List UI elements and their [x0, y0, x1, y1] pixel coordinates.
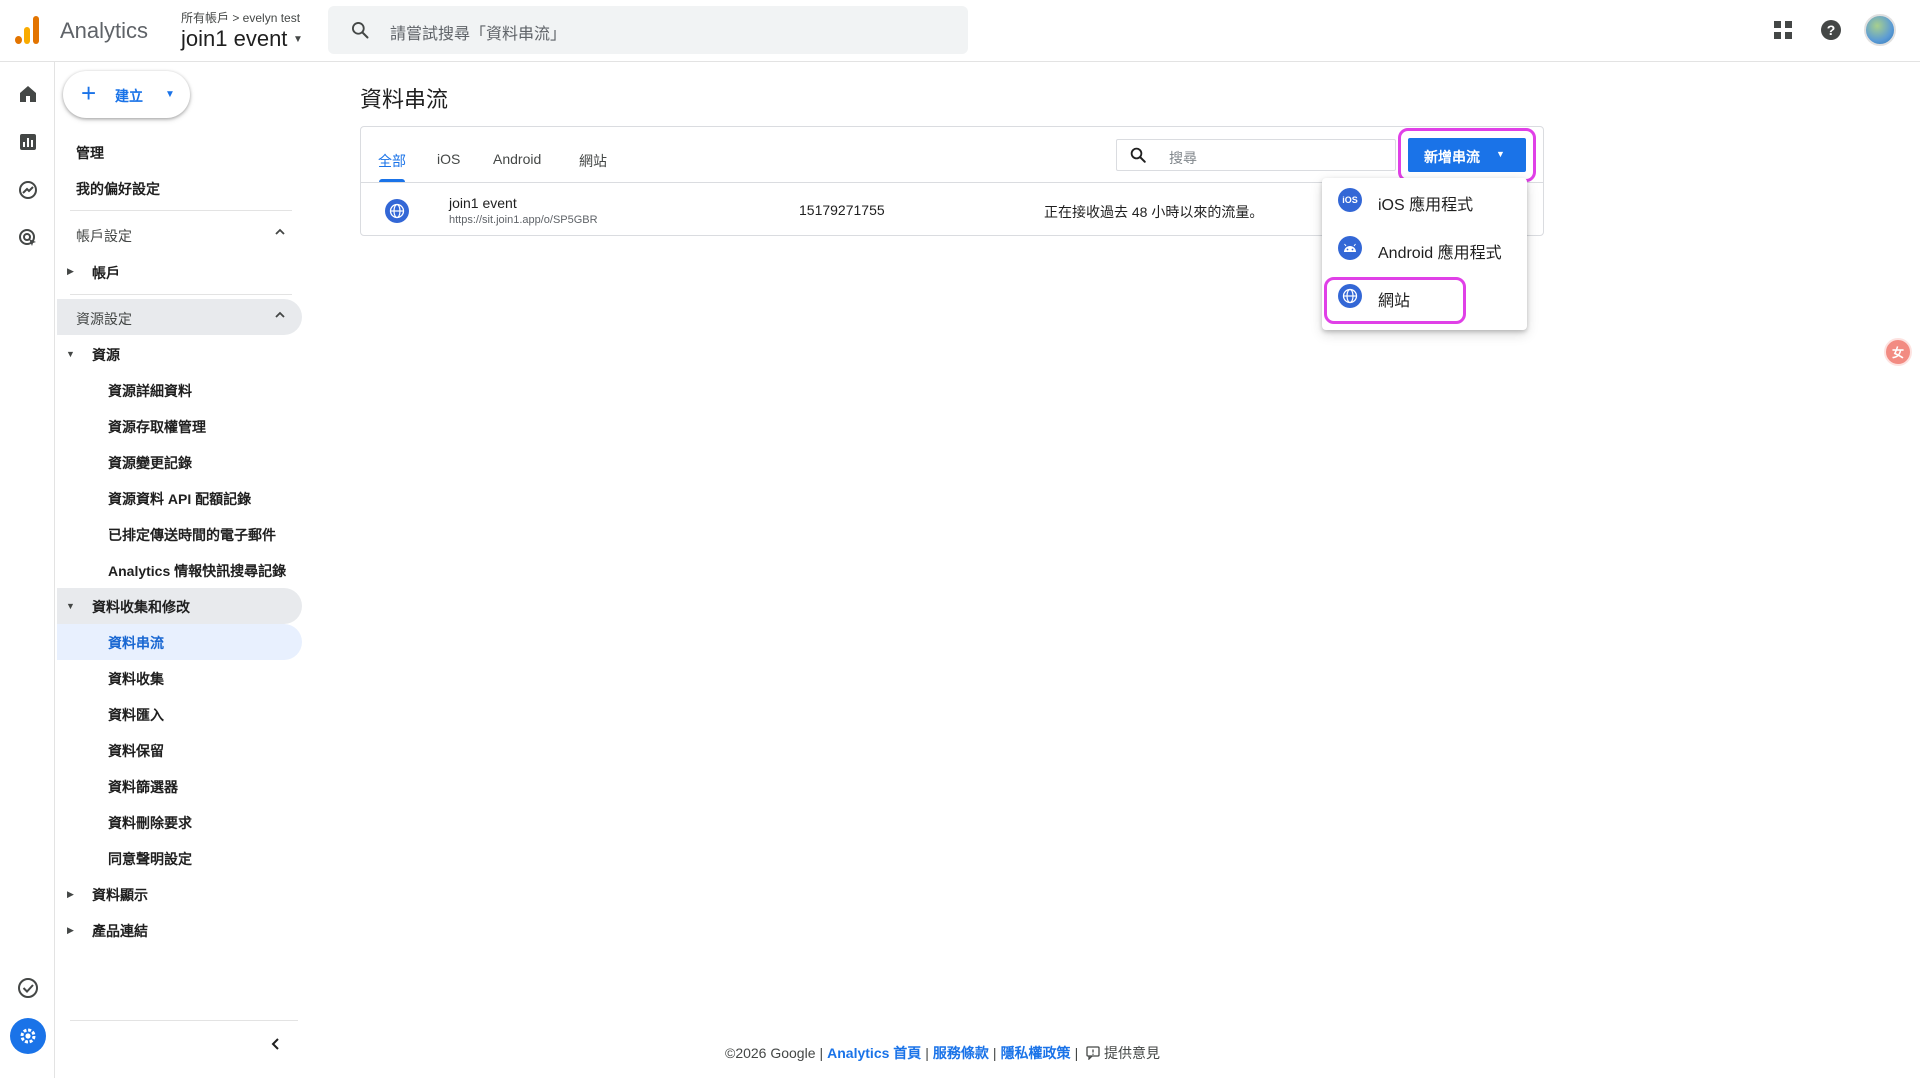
privacy-link[interactable]: 隱私權政策 [1001, 1045, 1071, 1061]
search-placeholder: 請嘗試搜尋「資料串流」 [390, 26, 567, 43]
nav-scheduled-emails[interactable]: 已排定傳送時間的電子郵件 [108, 525, 276, 545]
section-title: 資源設定 [76, 311, 132, 327]
search-icon [1129, 146, 1147, 169]
reports-icon[interactable] [14, 128, 42, 156]
account-settings-section[interactable]: 帳戶設定 [57, 217, 302, 251]
chevron-up-icon [273, 225, 287, 244]
nav-data-display[interactable]: 資料顯示 [92, 885, 148, 905]
nav-divider [70, 210, 292, 211]
nav-data-deletion[interactable]: 資料刪除要求 [108, 813, 192, 833]
app-name: Analytics [60, 18, 149, 43]
apps-grid-icon[interactable] [1770, 17, 1796, 43]
search-placeholder: 搜尋 [1169, 150, 1197, 166]
footer: ©2026 Google | Analytics 首頁 | 服務條款 | 隱私權政策 | 提供… [725, 1045, 1160, 1061]
caret-down-icon[interactable]: ▼ [66, 349, 75, 359]
chevron-down-icon[interactable]: ▼ [293, 34, 303, 45]
collapse-nav-icon[interactable] [268, 1036, 284, 1057]
left-rail [0, 62, 55, 1078]
stream-status: 正在接收過去 48 小時以來的流量。 [1044, 204, 1264, 220]
stream-id: 15179271755 [799, 202, 885, 218]
section-title: 帳戶設定 [76, 228, 132, 244]
create-button[interactable]: + 建立 ▼ [63, 71, 190, 118]
property-settings-section[interactable]: 資源設定 [57, 300, 302, 334]
stream-search-input[interactable]: 搜尋 [1116, 139, 1396, 171]
nav-divider [70, 1020, 298, 1021]
home-icon[interactable] [14, 80, 42, 108]
property-selector[interactable]: join1 event [181, 26, 287, 52]
nav-data-collection-item[interactable]: 資料收集 [108, 669, 164, 689]
page-title: 資料串流 [360, 87, 449, 112]
checklist-icon[interactable] [14, 974, 42, 1002]
chevron-down-icon: ▼ [165, 89, 175, 100]
nav-data-collection[interactable]: 資料收集和修改 [92, 597, 190, 617]
create-label: 建立 [115, 88, 143, 104]
copyright: ©2026 Google [725, 1045, 816, 1061]
nav-property[interactable]: 資源 [92, 345, 120, 365]
stream-url: https://sit.join1.app/o/SP5GBR [449, 214, 598, 226]
svg-text:?: ? [1827, 22, 1836, 38]
ios-icon: iOS [1338, 188, 1362, 212]
nav-product-links[interactable]: 產品連結 [92, 921, 148, 941]
stream-name[interactable]: join1 event [449, 195, 517, 211]
caret-down-icon[interactable]: ▼ [66, 601, 75, 611]
nav-consent-settings[interactable]: 同意聲明設定 [108, 849, 192, 869]
caret-right-icon[interactable]: ▶ [67, 266, 74, 277]
menu-item-label: iOS 應用程式 [1378, 197, 1474, 214]
avatar[interactable] [1864, 14, 1896, 46]
chevron-up-icon [273, 308, 287, 327]
feedback-link[interactable]: 提供意見 [1104, 1045, 1160, 1061]
caret-right-icon[interactable]: ▶ [67, 925, 74, 936]
global-search-input[interactable]: 請嘗試搜尋「資料串流」 [328, 6, 968, 54]
nav-data-retention[interactable]: 資料保留 [108, 741, 164, 761]
tab-all[interactable]: 全部 [378, 151, 406, 171]
menu-item-ios[interactable]: iOS iOS 應用程式 [1322, 178, 1527, 222]
nav-admin[interactable]: 管理 [76, 143, 104, 163]
caret-right-icon[interactable]: ▶ [67, 889, 74, 900]
side-extension-icon[interactable]: 女 [1884, 338, 1912, 366]
tab-android[interactable]: Android [493, 151, 541, 167]
nav-data-filters[interactable]: 資料篩選器 [108, 777, 178, 797]
feedback-icon[interactable] [1086, 1045, 1100, 1061]
highlight-annotation [1324, 277, 1466, 324]
tab-web[interactable]: 網站 [579, 151, 607, 171]
nav-property-details[interactable]: 資源詳細資料 [108, 381, 192, 401]
nav-data-streams[interactable]: 資料串流 [108, 633, 164, 653]
highlight-annotation [1398, 128, 1536, 182]
analytics-logo-icon[interactable] [15, 16, 41, 44]
nav-insights-history[interactable]: Analytics 情報快訊搜尋記錄 [108, 561, 286, 581]
top-app-bar: Analytics 所有帳戶 > evelyn test join1 event… [0, 0, 1920, 62]
nav-account[interactable]: 帳戶 [92, 263, 120, 283]
terms-link[interactable]: 服務條款 [933, 1045, 989, 1061]
nav-property-access[interactable]: 資源存取權管理 [108, 417, 206, 437]
plus-icon: + [81, 78, 97, 108]
web-globe-icon [385, 199, 409, 223]
help-icon[interactable]: ? [1818, 17, 1844, 43]
explore-icon[interactable] [14, 176, 42, 204]
nav-divider [70, 294, 292, 295]
analytics-home-link[interactable]: Analytics 首頁 [827, 1045, 921, 1061]
nav-property-change-history[interactable]: 資源變更記錄 [108, 453, 192, 473]
nav-api-quota[interactable]: 資源資料 API 配額記錄 [108, 489, 251, 509]
tab-ios[interactable]: iOS [437, 151, 460, 167]
account-breadcrumb[interactable]: 所有帳戶 > evelyn test [181, 9, 300, 26]
menu-item-android[interactable]: Android 應用程式 [1322, 226, 1527, 270]
admin-gear-icon[interactable] [10, 1018, 46, 1054]
android-icon [1338, 236, 1362, 260]
nav-data-import[interactable]: 資料匯入 [108, 705, 164, 725]
nav-preferences[interactable]: 我的偏好設定 [76, 179, 160, 199]
menu-item-label: Android 應用程式 [1378, 245, 1502, 262]
search-icon [350, 20, 370, 45]
active-nav-highlight [57, 624, 302, 660]
advertising-icon[interactable] [14, 224, 42, 252]
